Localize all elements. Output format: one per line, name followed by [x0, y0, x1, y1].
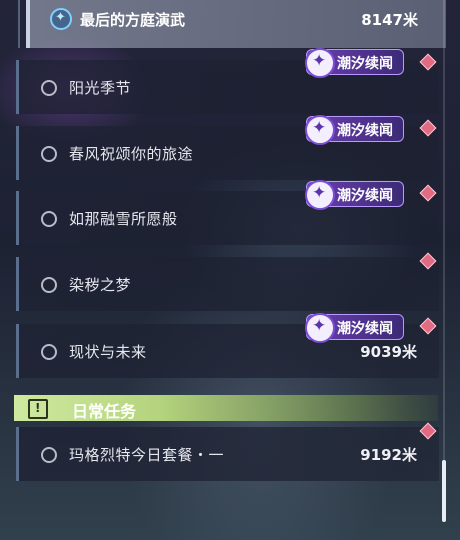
quest-item[interactable]: 玛格烈特今日套餐・一 9192米 — [16, 427, 439, 481]
daily-quests-header[interactable]: ! 日常任务 — [14, 395, 438, 421]
quest-distance: 9192米 — [360, 446, 417, 464]
scrollbar-thumb[interactable] — [442, 460, 446, 522]
quest-name: 玛格烈特今日套餐・一 — [69, 446, 225, 464]
quest-name: 如那融雪所愿般 — [69, 210, 178, 228]
exclamation-box-icon: ! — [28, 399, 48, 419]
quest-distance: 8147米 — [361, 11, 418, 29]
badge-label: 潮汐续闻 — [337, 188, 393, 204]
track-line — [18, 0, 20, 48]
compass-star-icon: ✦ — [50, 8, 72, 30]
badge-label: 潮汐续闻 — [337, 56, 393, 72]
quest-name: 现状与未来 — [69, 343, 147, 361]
badge-label: 潮汐续闻 — [337, 123, 393, 139]
tidal-event-badge: ✦ 潮汐续闻 — [305, 115, 404, 145]
quest-status-circle-icon — [41, 277, 57, 293]
quest-status-circle-icon — [41, 146, 57, 162]
quest-status-circle-icon — [41, 344, 57, 360]
tidal-star-icon: ✦ — [305, 48, 335, 78]
quest-status-circle-icon — [41, 211, 57, 227]
quest-item-active[interactable]: ✦ 最后的方庭演武 8147米 — [26, 0, 446, 48]
quest-name: 阳光季节 — [69, 79, 132, 97]
tidal-star-icon: ✦ — [305, 115, 335, 145]
tidal-star-icon: ✦ — [305, 313, 335, 343]
daily-quests-label: 日常任务 — [72, 402, 137, 421]
tidal-star-icon: ✦ — [305, 180, 335, 210]
tidal-event-badge: ✦ 潮汐续闻 — [305, 180, 404, 210]
quest-status-circle-icon — [41, 447, 57, 463]
quest-name: 染秽之梦 — [69, 276, 132, 294]
quest-status-circle-icon — [41, 80, 57, 96]
badge-label: 潮汐续闻 — [337, 321, 393, 337]
scrollbar-track[interactable] — [443, 0, 445, 522]
quest-name: 春风祝颂你的旅途 — [69, 145, 194, 163]
tidal-event-badge: ✦ 潮汐续闻 — [305, 313, 404, 343]
tidal-event-badge: ✦ 潮汐续闻 — [305, 48, 404, 78]
quest-item[interactable]: 染秽之梦 — [16, 257, 439, 311]
quest-name: 最后的方庭演武 — [80, 11, 186, 29]
quest-distance: 9039米 — [360, 343, 417, 361]
